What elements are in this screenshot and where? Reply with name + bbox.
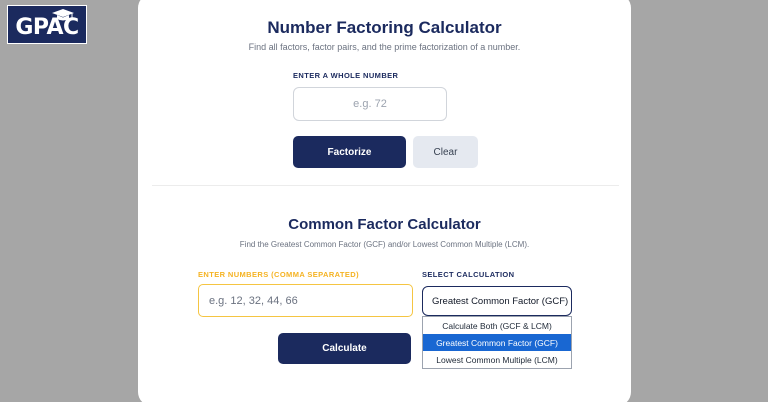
calculation-options-list: Calculate Both (GCF & LCM) Greatest Comm… bbox=[422, 316, 572, 369]
common-factor-subtitle: Find the Greatest Common Factor (GCF) an… bbox=[239, 240, 530, 249]
whole-number-input[interactable] bbox=[293, 87, 447, 121]
calculation-select[interactable]: Greatest Common Factor (GCF) bbox=[422, 286, 572, 316]
whole-number-label: ENTER A WHOLE NUMBER bbox=[293, 71, 399, 80]
option-gcf[interactable]: Greatest Common Factor (GCF) bbox=[423, 334, 571, 351]
calculate-button[interactable]: Calculate bbox=[278, 333, 411, 364]
common-factor-title: Common Factor Calculator bbox=[288, 216, 481, 233]
factorize-button[interactable]: Factorize bbox=[293, 136, 406, 168]
section-divider bbox=[152, 185, 619, 186]
numbers-input[interactable] bbox=[198, 284, 413, 317]
gpac-logo: GPAC bbox=[7, 5, 87, 44]
factoring-subtitle: Find all factors, factor pairs, and the … bbox=[248, 42, 521, 52]
select-calculation-label: SELECT CALCULATION bbox=[422, 270, 515, 279]
option-both[interactable]: Calculate Both (GCF & LCM) bbox=[423, 317, 571, 334]
factoring-title: Number Factoring Calculator bbox=[267, 18, 502, 37]
option-lcm[interactable]: Lowest Common Multiple (LCM) bbox=[423, 351, 571, 368]
calculator-card: Number Factoring Calculator Find all fac… bbox=[138, 0, 631, 402]
graduation-cap-icon bbox=[52, 9, 74, 21]
clear-button[interactable]: Clear bbox=[413, 136, 478, 168]
numbers-label: ENTER NUMBERS (COMMA SEPARATED) bbox=[198, 270, 360, 279]
